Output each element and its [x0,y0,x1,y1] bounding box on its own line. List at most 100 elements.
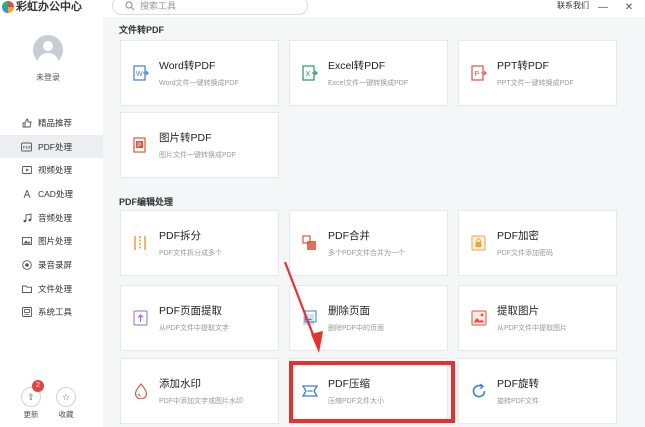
sidebar-item-label: PDF处理 [38,141,73,152]
search-icon [125,1,135,11]
card-title: Excel转PDF [328,60,386,72]
image-icon [21,236,32,247]
star-icon: ☆ [56,387,76,407]
svg-text:PDF: PDF [23,145,32,150]
card-ppt-to-pdf[interactable]: P PPT转PDF PPT文件一键转换成PDF [458,40,617,106]
card-desc: 图片文件一键转换成PDF [159,152,236,159]
card-pdf-rotate[interactable]: PDF旋转 旋转PDF文件 [458,358,617,424]
search-input[interactable]: 搜索工具 [140,0,176,12]
system-icon [21,307,32,318]
watermark-icon [134,383,148,399]
card-title: PPT转PDF [497,60,549,72]
card-pdf-compress[interactable]: PDF压缩 压缩PDF文件大小 [289,358,448,424]
card-pdf-page-extract[interactable]: PDF页面提取 从PDF文件中提取文字 [120,285,279,351]
login-status[interactable]: 未登录 [0,72,96,83]
sidebar-item-label: 录音录屏 [38,259,73,270]
sidebar-item-system[interactable]: 系统工具 [0,301,103,325]
rotate-icon [472,383,486,398]
card-desc: PDF文件添加密码 [497,250,553,257]
card-excel-to-pdf[interactable]: X Excel转PDF Excel文件一键转换成PDF [289,40,448,106]
excel-icon: X [302,65,318,81]
folder-icon [21,283,32,294]
card-desc: 旋转PDF文件 [497,398,539,405]
sidebar-item-audio[interactable]: 音频处理 [0,206,103,230]
card-title: PDF压缩 [328,378,370,390]
card-extract-image[interactable]: 提取图片 从PDF文件中提取图片 [458,285,617,351]
record-icon [21,259,32,270]
search-box[interactable]: 搜索工具 [112,0,308,15]
card-title: PDF页面提取 [159,305,222,317]
compress-icon [302,385,318,397]
sidebar-item-image[interactable]: 图片处理 [0,229,103,253]
card-title: 提取图片 [497,305,539,317]
pdf-icon: PDF [21,141,32,152]
app-title: 彩虹办公中心 [16,1,82,13]
sidebar-item-cad[interactable]: CAD处理 [0,182,103,206]
sidebar: 未登录 精品推荐 PDF PDF处理 视频处理 CAD处理 音频处理 图片处理 … [0,17,103,427]
card-pdf-encrypt[interactable]: PDF加密 PDF文件添加密码 [458,210,617,276]
card-title: 添加水印 [159,378,201,390]
favorites-button[interactable]: ☆ 收藏 [52,387,80,420]
title-bar: 彩虹办公中心 搜索工具 联系我们 — ✕ [0,0,645,17]
card-pdf-split[interactable]: PDF拆分 PDF文件拆分成多个 [120,210,279,276]
sidebar-item-label: 文件处理 [38,283,73,294]
section-title-pdf-edit: PDF编辑处理 [119,197,174,207]
card-word-to-pdf[interactable]: W Word转PDF Word文件一键转换成PDF [120,40,279,106]
card-desc: PDF文件拆分成多个 [159,250,222,257]
card-image-to-pdf[interactable]: P 图片转PDF 图片文件一键转换成PDF [120,112,279,178]
sidebar-item-label: 精品推荐 [38,117,73,128]
card-desc: 压缩PDF文件大小 [328,398,384,405]
extract-image-icon [471,310,487,326]
merge-icon [302,235,316,250]
card-add-watermark[interactable]: 添加水印 PDF中添加文字或图片水印 [120,358,279,424]
update-label: 更新 [23,410,39,419]
video-icon [21,165,32,176]
card-title: Word转PDF [159,60,216,72]
lock-icon [471,235,486,251]
word-icon: W [133,65,149,81]
card-desc: 从PDF文件中提取文字 [159,325,229,332]
thumb-icon [21,117,32,128]
card-title: PDF加密 [497,230,539,242]
card-desc: Excel文件一键转换成PDF [328,80,409,87]
card-delete-page[interactable]: 删除页面 删除PDF中的页面 [289,285,448,351]
favorites-label: 收藏 [58,410,74,419]
card-title: PDF旋转 [497,378,539,390]
extract-icon [133,310,148,326]
card-desc: PDF中添加文字或图片水印 [159,398,243,405]
card-title: PDF拆分 [159,230,201,242]
svg-text:P: P [475,71,480,78]
card-desc: Word文件一键转换成PDF [159,80,239,87]
card-pdf-merge[interactable]: PDF合并 多个PDF文件合并为一个 [289,210,448,276]
avatar[interactable] [33,35,63,65]
update-button[interactable]: ⇪ 2 更新 [17,380,45,420]
sidebar-item-file[interactable]: 文件处理 [0,277,103,301]
sidebar-item-label: CAD处理 [38,188,73,199]
sidebar-item-label: 图片处理 [38,236,73,247]
ppt-icon: P [471,65,487,81]
card-desc: 多个PDF文件合并为一个 [328,250,405,257]
music-icon [21,212,32,223]
sidebar-item-recommend[interactable]: 精品推荐 [0,111,103,135]
svg-text:W: W [136,71,143,78]
delete-page-icon [303,310,317,325]
svg-text:X: X [306,71,311,78]
sidebar-nav: 精品推荐 PDF PDF处理 视频处理 CAD处理 音频处理 图片处理 录音录屏 [0,111,103,324]
minimize-button[interactable]: — [596,0,610,14]
sidebar-item-video[interactable]: 视频处理 [0,158,103,182]
cad-icon [21,188,32,199]
sidebar-item-label: 视频处理 [38,165,73,176]
card-desc: 删除PDF中的页面 [328,325,384,332]
image-pdf-icon: P [133,137,146,153]
sidebar-item-record[interactable]: 录音录屏 [0,253,103,277]
update-badge: 2 [32,380,44,392]
svg-text:P: P [137,143,141,149]
card-desc: 从PDF文件中提取图片 [497,325,567,332]
rainbow-logo-icon [2,1,14,13]
sidebar-item-label: 系统工具 [38,307,73,318]
sidebar-item-pdf[interactable]: PDF PDF处理 [0,134,103,159]
close-button[interactable]: ✕ [622,0,636,14]
card-desc: PPT文件一键转换成PDF [497,80,574,87]
contact-us-link[interactable]: 联系我们 [557,1,589,11]
card-title: 图片转PDF [159,132,212,144]
